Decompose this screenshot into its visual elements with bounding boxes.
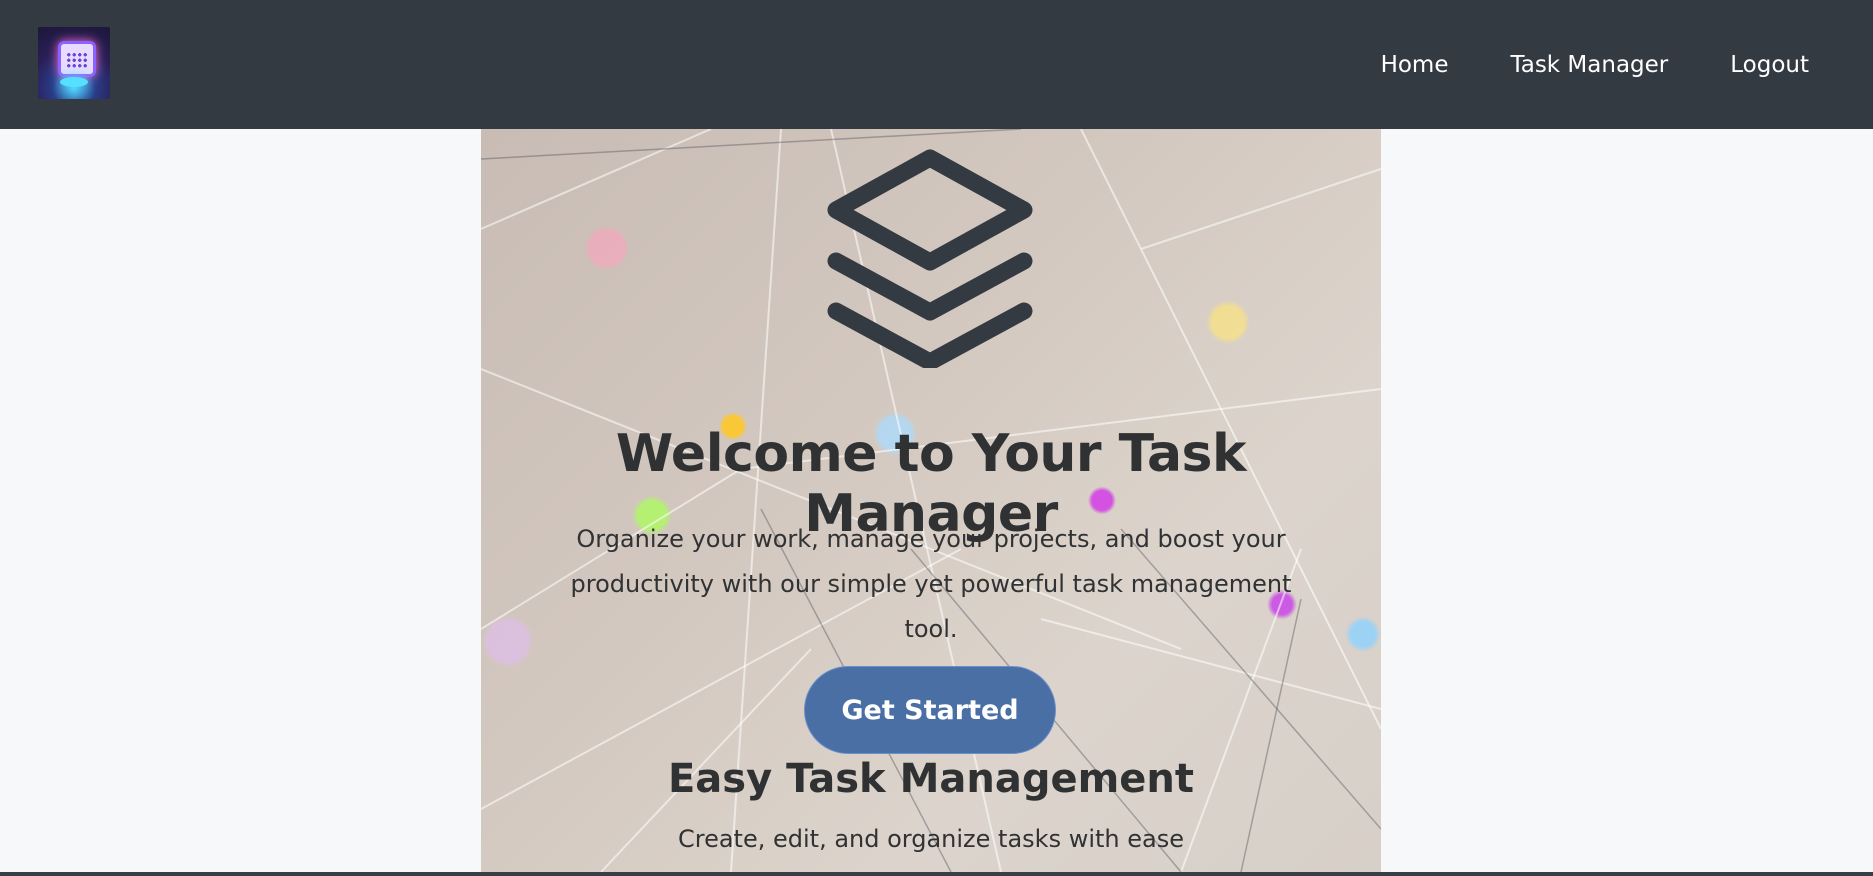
hero-section: Welcome to Your Task Manager Organize yo… — [481, 129, 1381, 872]
feature-title: Easy Task Management — [667, 756, 1194, 802]
hero-content: Welcome to Your Task Manager Organize yo… — [481, 129, 1381, 872]
nav-link-task-manager[interactable]: Task Manager — [1510, 52, 1668, 78]
nav-link-logout[interactable]: Logout — [1730, 52, 1809, 78]
nav-links: Home Task Manager Logout — [1381, 0, 1809, 129]
window-bottom-edge — [0, 872, 1873, 876]
calendar-icon — [58, 41, 96, 77]
get-started-button[interactable]: Get Started — [804, 666, 1056, 754]
hologram-base — [60, 77, 88, 87]
layers-icon — [827, 149, 1033, 368]
feature-description: Create, edit, and organize tasks with ea… — [677, 825, 1184, 853]
nav-link-home[interactable]: Home — [1381, 52, 1449, 78]
top-navbar: Home Task Manager Logout — [0, 0, 1873, 129]
hero-subtitle: Organize your work, manage your projects… — [570, 525, 1292, 643]
app-logo[interactable] — [38, 27, 110, 99]
